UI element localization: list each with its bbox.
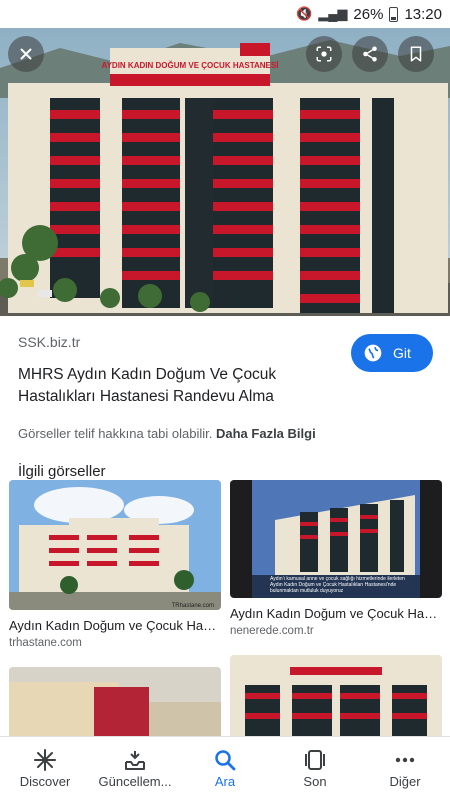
nav-search[interactable]: Ara	[180, 748, 270, 789]
lens-button[interactable]	[306, 36, 342, 72]
more-info-link[interactable]: Daha Fazla Bilgi	[216, 426, 316, 441]
bookmark-icon	[410, 46, 422, 62]
lens-icon	[316, 46, 332, 62]
nav-updates[interactable]: Güncellem...	[90, 748, 180, 789]
thumb-watermark: TRhastane.com	[172, 603, 214, 609]
status-bar: 🔇 ▂▄▆ 26% 13:20	[0, 0, 450, 28]
nav-recent[interactable]: Son	[270, 748, 360, 789]
clock: 13:20	[404, 5, 442, 23]
close-icon	[20, 48, 32, 60]
share-button[interactable]	[352, 36, 388, 72]
related-item[interactable]: TRhastane.com Aydın Kadın Doğum ve Çocuk…	[9, 480, 221, 649]
nav-label: Ara	[214, 774, 236, 789]
result-info: SSK.biz.tr MHRS Aydın Kadın Doğum Ve Çoc…	[0, 316, 450, 480]
updates-icon	[125, 751, 145, 770]
hospital-photo: AYDIN KADIN DOĞUM VE ÇOCUK HASTANESİ	[0, 28, 450, 316]
nav-discover[interactable]: Discover	[0, 748, 90, 789]
bookmark-button[interactable]	[398, 36, 434, 72]
visit-button[interactable]: Git	[351, 334, 433, 372]
related-thumbnail: TRhastane.com	[9, 480, 221, 610]
related-item[interactable]	[9, 667, 221, 742]
battery-percent: 26%	[353, 5, 384, 23]
more-icon	[395, 757, 415, 763]
thumb-caption: Aydın'ı kamusal anne ve çocuk sağlığı hi…	[270, 576, 405, 594]
nav-label: Güncellem...	[98, 774, 172, 789]
globe-icon	[364, 344, 382, 362]
related-thumbnail: Aydın'ı kamusal anne ve çocuk sağlığı hi…	[230, 480, 442, 598]
mute-icon: 🔇	[296, 6, 313, 21]
copyright-notice: Görseller telif hakkına tabi olabilir. D…	[18, 426, 432, 441]
battery-icon	[389, 6, 399, 22]
related-item[interactable]	[230, 655, 442, 745]
related-thumbnail	[230, 655, 442, 745]
result-title[interactable]: MHRS Aydın Kadın Doğum Ve Çocuk Hastalık…	[18, 364, 318, 408]
close-button[interactable]	[8, 36, 44, 72]
related-item-site: nenerede.com.tr	[230, 625, 314, 637]
related-item-site: trhastane.com	[9, 637, 82, 649]
nav-label: Discover	[19, 774, 71, 789]
signal-icon: ▂▄▆	[318, 6, 348, 21]
hero-image[interactable]: AYDIN KADIN DOĞUM VE ÇOCUK HASTANESİ	[0, 28, 450, 316]
share-icon	[363, 46, 377, 62]
related-item-title: Aydın Kadın Doğum ve Çocuk Hast...	[9, 618, 221, 633]
nav-label: Son	[303, 774, 327, 789]
related-item-title: Aydın Kadın Doğum ve Çocuk Hast...	[230, 606, 442, 621]
related-item[interactable]: Aydın'ı kamusal anne ve çocuk sağlığı hi…	[230, 480, 442, 637]
building-sign-text: AYDIN KADIN DOĞUM VE ÇOCUK HASTANESİ	[102, 61, 279, 70]
nav-more[interactable]: Diğer	[360, 748, 450, 789]
recent-tabs-icon	[305, 750, 325, 770]
related-heading: İlgili görseller	[18, 463, 106, 480]
bottom-navigation: Discover Güncellem... Ara Son Diğer	[0, 736, 450, 800]
related-thumbnail	[9, 667, 221, 742]
nav-label: Diğer	[389, 774, 421, 789]
copyright-text: Görseller telif hakkına tabi olabilir.	[18, 426, 213, 441]
asterisk-icon	[34, 749, 56, 771]
visit-label: Git	[393, 345, 411, 361]
search-icon	[215, 750, 236, 771]
